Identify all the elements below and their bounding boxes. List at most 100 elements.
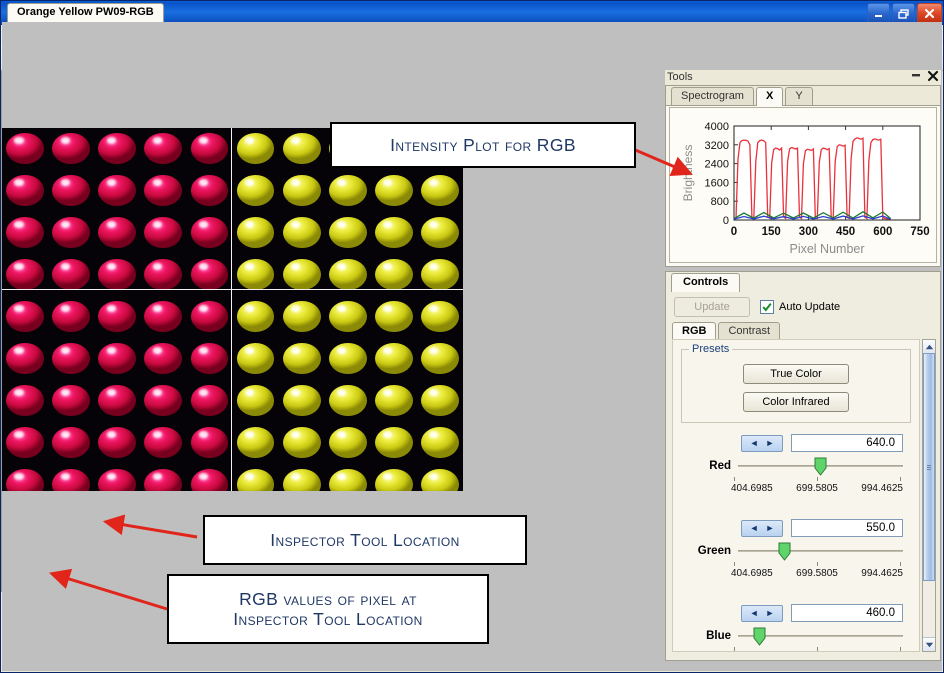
green-value-input[interactable]: 550.0 <box>791 519 903 537</box>
checkbox-box[interactable] <box>760 300 774 314</box>
candy-row <box>2 170 463 212</box>
green-nav-prev[interactable]: ◄ <box>750 523 759 533</box>
controls-panel-body: Controls Update Auto Update RGB Contrast… <box>665 271 941 661</box>
candy-red <box>48 170 94 212</box>
red-slider-row: Red <box>673 455 919 477</box>
candy-yellow <box>417 464 463 491</box>
callout-line: Inspector Tool Location <box>233 609 423 629</box>
candy-red <box>2 338 48 380</box>
scroll-down-icon[interactable] <box>923 637 935 651</box>
close-button[interactable] <box>917 3 942 24</box>
candy-row <box>2 212 463 254</box>
callout-intensity-plot: Intensity Plot for RGB <box>330 122 636 168</box>
restore-button[interactable] <box>892 3 915 24</box>
update-button[interactable]: Update <box>674 297 750 317</box>
tab-spectrogram[interactable]: Spectrogram <box>671 87 754 105</box>
intensity-line-chart: 0 800 1600 2400 3200 4000 0 150 300 450 600 750 Brig… <box>681 121 930 256</box>
candy-yellow <box>371 422 417 464</box>
candy-yellow <box>371 170 417 212</box>
presets-group: Presets True Color Color Infrared <box>681 343 911 423</box>
candy-red <box>140 422 186 464</box>
candy-yellow <box>279 422 325 464</box>
green-value-row: ◄ ► 550.0 <box>673 519 919 537</box>
red-slider-thumb[interactable] <box>814 457 827 476</box>
candy-red <box>2 212 48 254</box>
image-view-panel: Orange Yellow PW09-RGB <box>1 1 942 671</box>
candy-yellow <box>325 464 371 491</box>
controls-scrollbar[interactable] <box>922 339 936 652</box>
auto-update-label: Auto Update <box>779 301 841 313</box>
candy-yellow <box>417 338 463 380</box>
blue-nav-next[interactable]: ► <box>766 608 775 618</box>
green-slider-row: Green <box>673 540 919 562</box>
svg-text:450: 450 <box>836 226 855 238</box>
crosshair-horizontal-line <box>2 289 463 290</box>
tab-contrast[interactable]: Contrast <box>718 322 781 340</box>
red-nav-buttons[interactable]: ◄ ► <box>741 434 783 452</box>
candy-red <box>186 128 232 170</box>
tools-dock-tabs: Spectrogram X Y <box>666 86 940 106</box>
green-nav-buttons[interactable]: ◄ ► <box>741 519 783 537</box>
candy-yellow <box>417 170 463 212</box>
blue-slider-thumb[interactable] <box>753 627 766 646</box>
candy-red <box>2 170 48 212</box>
candy-red <box>140 464 186 491</box>
check-icon <box>762 302 772 312</box>
tools-dock-body: Spectrogram X Y 0 800 1600 2400 3200 4000 0 150… <box>665 85 941 267</box>
spectrogram-plot[interactable]: 0 800 1600 2400 3200 4000 0 150 300 450 600 750 Brig… <box>669 107 937 263</box>
blue-slider-track[interactable] <box>738 625 903 647</box>
candy-yellow <box>371 464 417 491</box>
crosshair-vertical-line <box>231 128 232 491</box>
controls-scroll-thumb[interactable] <box>923 353 935 581</box>
candy-red <box>186 212 232 254</box>
green-slider-thumb[interactable] <box>778 542 791 561</box>
candy-red <box>94 212 140 254</box>
controls-panel: Controls Update Auto Update RGB Contrast… <box>665 271 941 661</box>
candy-yellow <box>232 296 278 338</box>
candy-red <box>186 338 232 380</box>
candy-red <box>48 212 94 254</box>
candy-yellow <box>279 128 325 170</box>
callout-line: Inspector Tool Location <box>270 530 460 550</box>
auto-update-checkbox[interactable]: Auto Update <box>760 300 840 314</box>
blue-band-control: ◄ ► 460.0 Blue <box>673 604 919 651</box>
candy-yellow <box>279 338 325 380</box>
svg-text:4000: 4000 <box>705 121 729 133</box>
svg-text:750: 750 <box>910 226 929 238</box>
blue-nav-prev[interactable]: ◄ <box>750 608 759 618</box>
color-infrared-preset-button[interactable]: Color Infrared <box>743 392 849 412</box>
tab-controls[interactable]: Controls <box>671 273 741 292</box>
tab-orange-yellow-rgb[interactable]: Orange Yellow PW09-RGB <box>7 3 164 22</box>
green-nav-next[interactable]: ► <box>766 523 775 533</box>
blue-nav-buttons[interactable]: ◄ ► <box>741 604 783 622</box>
tab-y[interactable]: Y <box>785 87 813 105</box>
blue-value-input[interactable]: 460.0 <box>791 604 903 622</box>
controls-panel-tabs: Controls <box>666 272 940 292</box>
tools-dock-panel: Tools Spectrogram X Y 0 800 1600 2400 3200 40… <box>665 70 941 267</box>
red-nav-prev[interactable]: ◄ <box>750 438 759 448</box>
rgb-contrast-tabs: RGB Contrast <box>666 321 940 341</box>
tab-x[interactable]: X <box>755 87 784 106</box>
candy-red <box>186 296 232 338</box>
minimize-button[interactable] <box>867 3 890 24</box>
red-nav-next[interactable]: ► <box>766 438 775 448</box>
svg-text:2400: 2400 <box>705 159 729 171</box>
close-panel-icon[interactable] <box>927 70 939 82</box>
blue-label: Blue <box>706 630 731 642</box>
chart-xlabel: Pixel Number <box>789 242 864 256</box>
candy-red <box>48 464 94 491</box>
tools-dock-caption: Tools <box>665 70 941 85</box>
scroll-up-icon[interactable] <box>923 340 935 354</box>
m-and-ms-rgb-image[interactable] <box>2 128 463 491</box>
green-slider-track[interactable] <box>738 540 903 562</box>
candy-red <box>140 212 186 254</box>
callout-rgb-values: RGB values of pixel at Inspector Tool Lo… <box>167 574 489 644</box>
red-value-input[interactable]: 640.0 <box>791 434 903 452</box>
true-color-preset-button[interactable]: True Color <box>743 364 849 384</box>
candy-yellow <box>417 296 463 338</box>
candy-yellow <box>232 212 278 254</box>
candy-yellow <box>232 128 278 170</box>
minimize-panel-icon[interactable] <box>911 71 922 82</box>
red-slider-track[interactable] <box>738 455 903 477</box>
svg-text:1600: 1600 <box>705 177 729 189</box>
